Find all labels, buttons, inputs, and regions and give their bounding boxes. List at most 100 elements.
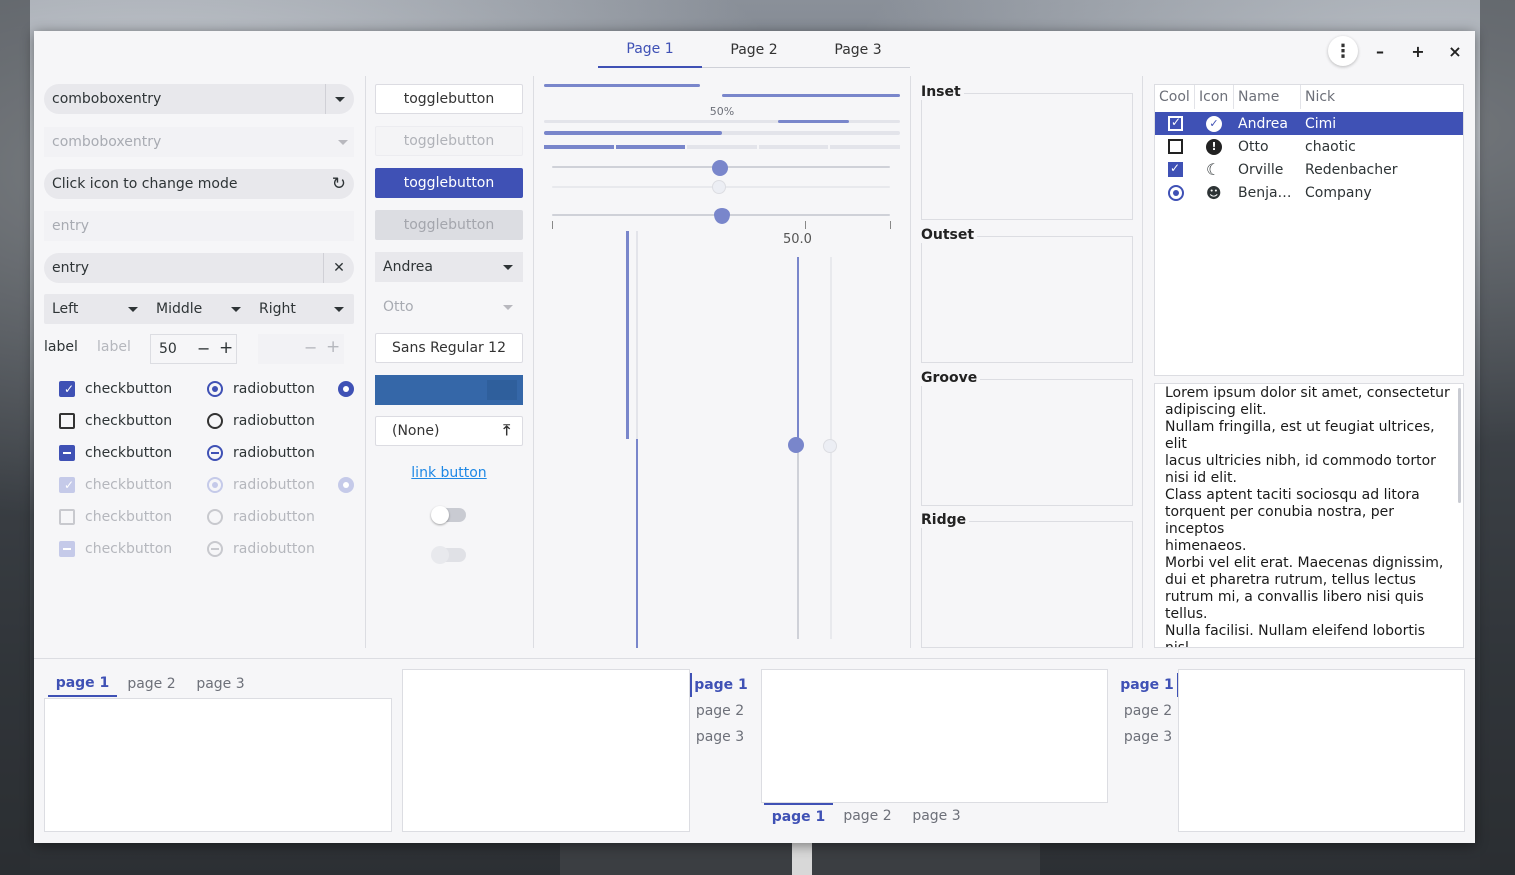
scrollbar-thumb[interactable] [1458, 388, 1461, 503]
radio-dot [343, 386, 349, 392]
combo-left[interactable]: Left [44, 294, 148, 324]
mode-entry-text[interactable]: Click icon to change mode [52, 176, 237, 192]
combo-middle[interactable]: Middle [148, 294, 251, 324]
checkbox-checked-icon[interactable]: ✓ [59, 381, 75, 397]
notebook4-tab-page-2[interactable]: page 2 [1117, 699, 1179, 723]
clear-icon[interactable]: ✕ [323, 253, 354, 283]
switch-off[interactable] [431, 506, 466, 524]
notebook4-page [1178, 669, 1465, 832]
frame-groove-label: Groove [921, 370, 981, 386]
radiobutton[interactable]: radiobutton [207, 409, 315, 433]
hscale-knob[interactable] [712, 160, 728, 176]
checkbox-mixed-icon[interactable] [59, 445, 75, 461]
checkbutton-checked[interactable]: ✓ checkbutton [59, 377, 172, 401]
checkbox-checked-icon[interactable]: ✓ [1168, 161, 1183, 177]
checkbox-icon[interactable] [1168, 139, 1183, 154]
combobox-entry-text[interactable]: comboboxentry [52, 91, 161, 107]
combo-left-label[interactable]: Left [52, 301, 78, 317]
notebook1-tab-page-2[interactable]: page 2 [117, 671, 186, 697]
spin-button[interactable]: 50 − + [150, 334, 237, 364]
dropdown-arrow-icon[interactable] [334, 307, 344, 312]
minimize-button[interactable]: – [1368, 39, 1392, 63]
notebook2-tab-page-1[interactable]: page 1 [690, 673, 750, 697]
upload-icon: ⤒ [503, 421, 510, 439]
checkbutton-mixed[interactable]: checkbutton [59, 441, 172, 465]
minus-icon[interactable]: − [197, 339, 210, 358]
vertical-ellipsis-icon: ⋮ [1334, 40, 1352, 62]
notebook1-tab-page-1[interactable]: page 1 [48, 671, 117, 697]
table-row[interactable]: ✓ ✓ Andrea Cimi [1155, 112, 1463, 135]
link-button[interactable]: link button [375, 465, 523, 481]
column-header-icon[interactable]: Icon [1195, 85, 1234, 109]
radio-standalone-selected[interactable] [338, 381, 354, 397]
spin-value[interactable]: 50 [159, 341, 177, 357]
column-header-name[interactable]: Name [1234, 85, 1301, 109]
togglebutton[interactable]: togglebutton [375, 84, 523, 114]
column-header-nick[interactable]: Nick [1301, 85, 1465, 109]
cool-cell[interactable] [1168, 135, 1183, 158]
column-header-cool[interactable]: Cool [1155, 85, 1195, 109]
clearable-entry[interactable]: entry ✕ [44, 253, 354, 283]
radiobutton-selected-disabled: radiobutton [207, 473, 315, 497]
color-button[interactable] [375, 375, 523, 405]
combo-middle-label[interactable]: Middle [156, 301, 202, 317]
clearable-entry-text[interactable]: entry [52, 260, 89, 276]
dropdown-arrow-icon[interactable] [503, 265, 513, 270]
cool-cell[interactable]: ✓ [1168, 158, 1183, 181]
maximize-button[interactable]: + [1406, 39, 1430, 63]
nick-cell: Redenbacher [1305, 161, 1398, 178]
plus-icon[interactable]: + [219, 338, 233, 358]
font-button[interactable]: Sans Regular 12 [375, 333, 523, 363]
cool-cell[interactable]: ✓ [1168, 112, 1183, 135]
notebook2-tab-page-2[interactable]: page 2 [690, 699, 750, 723]
dropdown-arrow-icon[interactable] [325, 84, 354, 114]
refresh-icon[interactable]: ↻ [332, 174, 346, 194]
hscale-marks-knob[interactable] [714, 208, 730, 224]
combobox-entry[interactable]: comboboxentry [44, 84, 354, 114]
tab-page-2[interactable]: Page 2 [702, 31, 806, 68]
combo-andrea-label[interactable]: Andrea [383, 259, 433, 275]
combo-right-label[interactable]: Right [259, 301, 296, 317]
text-view[interactable]: Lorem ipsum dolor sit amet, consectetur … [1154, 383, 1464, 648]
notebook1-tab-page-3[interactable]: page 3 [186, 671, 255, 697]
checkbox-checked-icon[interactable]: ✓ [1168, 115, 1183, 131]
checkbutton-checked-disabled: ✓ checkbutton [59, 473, 172, 497]
tab-page-1[interactable]: Page 1 [598, 31, 702, 68]
notebook4-tab-page-1[interactable]: page 1 [1117, 673, 1179, 697]
mode-entry[interactable]: Click icon to change mode ↻ [44, 169, 354, 199]
table-row[interactable]: ! Otto chaotic [1155, 135, 1463, 158]
radio-selected-icon[interactable] [207, 381, 223, 397]
radiobutton-selected[interactable]: radiobutton [207, 377, 315, 401]
notebook2-tab-page-3[interactable]: page 3 [690, 725, 750, 749]
close-button[interactable]: × [1443, 39, 1467, 63]
notebook3-tab-page-2[interactable]: page 2 [833, 803, 902, 829]
text-view-content[interactable]: Lorem ipsum dolor sit amet, consectetur … [1155, 384, 1463, 647]
menu-button[interactable]: ⋮ [1328, 36, 1358, 66]
file-chooser-button[interactable]: (None) ⤒ [375, 416, 523, 446]
togglebutton-active[interactable]: togglebutton [375, 168, 523, 198]
checkbutton-unchecked[interactable]: checkbutton [59, 409, 172, 433]
combo-andrea[interactable]: Andrea [375, 252, 523, 282]
vscale-knob[interactable] [788, 437, 804, 453]
radio-selected-icon[interactable] [1168, 184, 1184, 201]
table-row[interactable]: ✓ ☾ Orville Redenbacher [1155, 158, 1463, 181]
dropdown-arrow-icon[interactable] [231, 307, 241, 312]
tree-view[interactable]: Cool Icon Name Nick ✓ ✓ Andrea Cimi ! Ot… [1154, 84, 1464, 376]
checkbox-icon[interactable] [59, 413, 75, 429]
combo-otto-disabled: Otto [375, 292, 523, 322]
dropdown-arrow-icon[interactable] [128, 307, 138, 312]
combobox-entry-text: comboboxentry [52, 134, 162, 150]
tab-page-3[interactable]: Page 3 [806, 31, 910, 68]
radiobutton-mixed[interactable]: radiobutton [207, 441, 315, 465]
scale-tick [552, 221, 553, 229]
notebook4-tab-page-3[interactable]: page 3 [1117, 725, 1179, 749]
notebook3-tab-page-3[interactable]: page 3 [902, 803, 971, 829]
notebook3-tab-page-1[interactable]: page 1 [764, 803, 833, 829]
cool-cell[interactable] [1168, 181, 1184, 204]
combo-right[interactable]: Right [251, 294, 354, 324]
moon-icon: ☾ [1206, 160, 1221, 179]
switch-knob[interactable] [431, 506, 449, 524]
radio-icon[interactable] [207, 413, 223, 429]
radio-mixed-icon[interactable] [207, 445, 223, 461]
table-row[interactable]: ☻ Benja… Company [1155, 181, 1463, 204]
